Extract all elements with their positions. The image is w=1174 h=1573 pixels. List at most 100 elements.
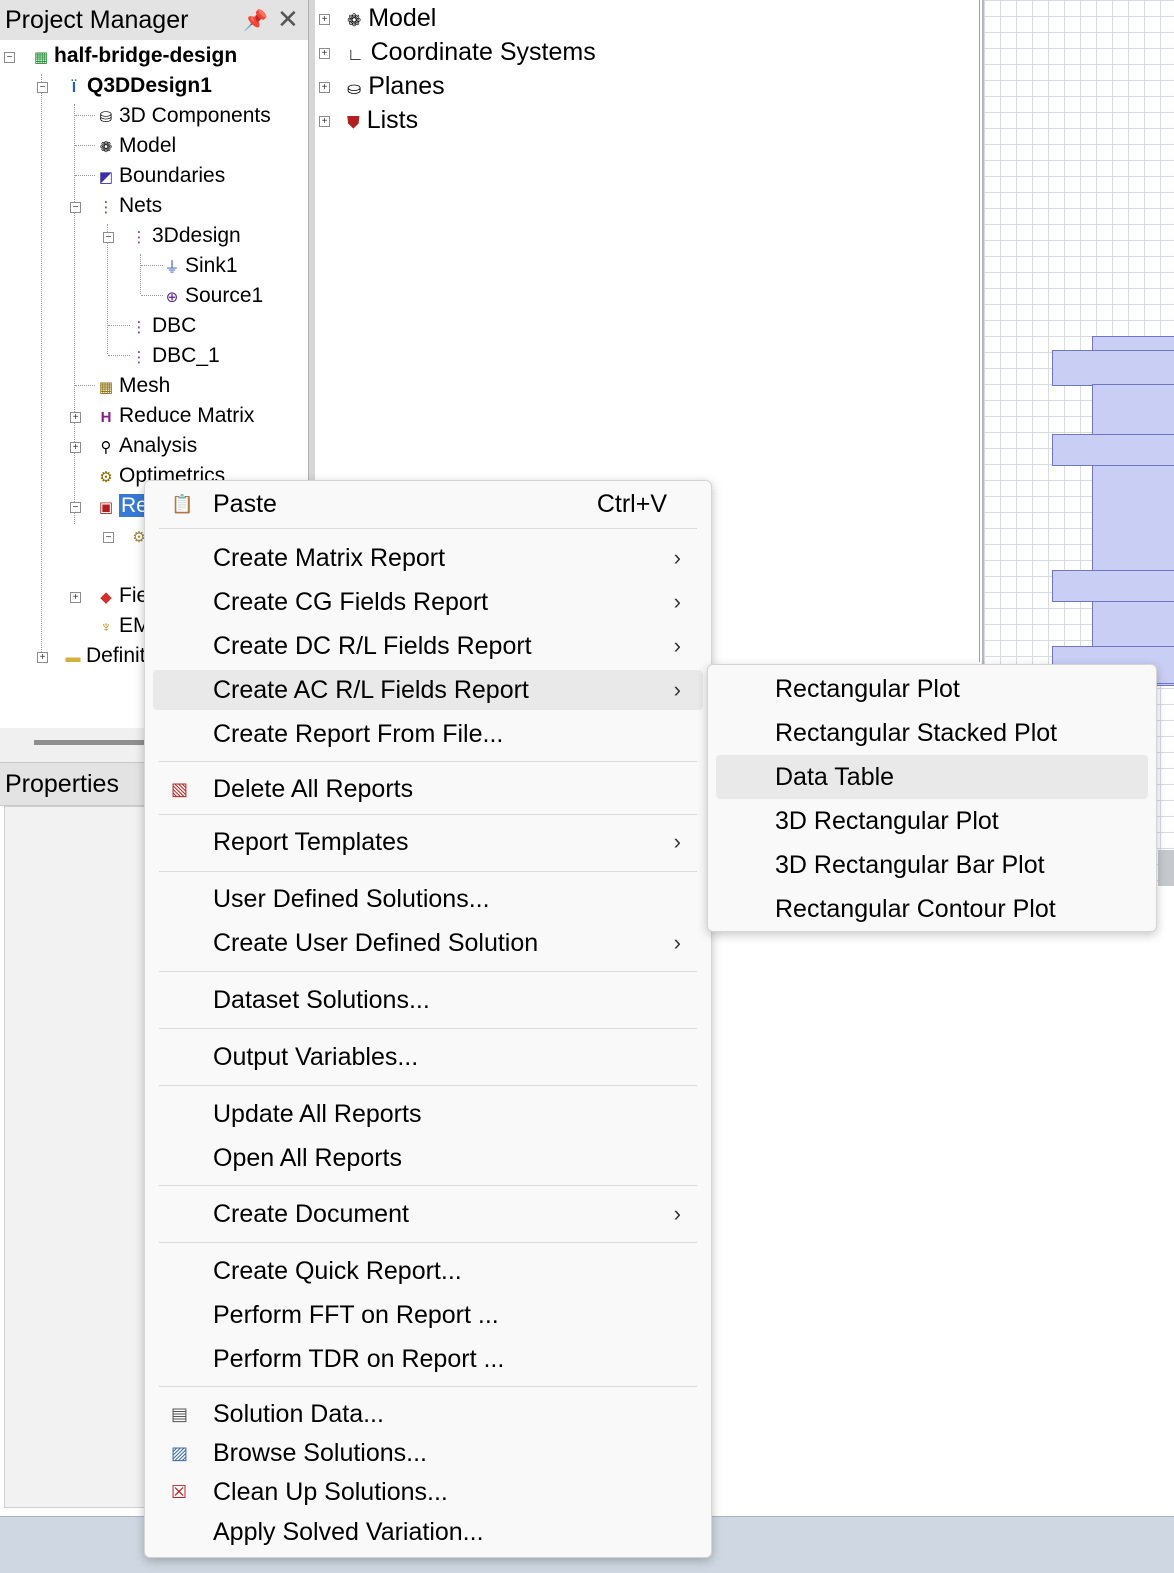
tree-item-sink1[interactable]: ⏚ Sink1 <box>163 251 237 281</box>
expander-design[interactable]: − <box>37 82 48 93</box>
menu-item-create-quick-report[interactable]: Create Quick Report... <box>153 1251 703 1291</box>
tree-item-dbc-1[interactable]: ⋮ DBC_1 <box>130 341 220 371</box>
submenu-item-rectangular-plot[interactable]: Rectangular Plot <box>716 667 1148 711</box>
browse-solutions-icon: ▨ <box>171 1443 189 1463</box>
fields-icon: ◆ <box>100 589 112 606</box>
tree-item-fields[interactable]: ◆ Fie <box>97 581 148 611</box>
tree-item-dbc[interactable]: ⋮ DBC <box>130 311 197 341</box>
menu-item-clean-up-solutions[interactable]: ☒ Clean Up Solutions... <box>153 1472 703 1512</box>
pin-icon[interactable]: 📌 <box>243 8 268 33</box>
source-icon: ⊕ <box>165 289 179 306</box>
tree-item-reduce-matrix[interactable]: H Reduce Matrix <box>97 401 255 431</box>
menu-item-create-document[interactable]: Create Document › <box>153 1194 703 1234</box>
model-body <box>1092 384 1174 686</box>
expander-coordinate-systems[interactable]: + <box>319 48 330 59</box>
scrollbar-thumb[interactable] <box>34 740 144 745</box>
expander-lists[interactable]: + <box>319 116 330 127</box>
model-icon: ❁ <box>99 139 113 156</box>
submenu-item-3d-rectangular-plot[interactable]: 3D Rectangular Plot <box>716 799 1148 843</box>
tree-item-3d-components[interactable]: ⛁ 3D Components <box>97 101 271 131</box>
close-icon[interactable]: ✕ <box>277 4 299 35</box>
nets-icon: ⋮ <box>98 199 114 216</box>
expander-model[interactable]: + <box>319 14 330 25</box>
project-icon: ▦ <box>33 49 49 66</box>
menu-item-perform-fft[interactable]: Perform FFT on Report ... <box>153 1295 703 1335</box>
expander-analysis[interactable]: + <box>70 442 81 453</box>
submenu-item-rectangular-stacked-plot[interactable]: Rectangular Stacked Plot <box>716 711 1148 755</box>
menu-item-delete-all-reports[interactable]: ▧ Delete All Reports <box>153 769 703 809</box>
menu-separator <box>159 871 697 872</box>
chevron-right-icon: › <box>673 829 681 854</box>
expander-fields[interactable]: + <box>70 592 81 603</box>
menu-separator <box>159 1185 697 1186</box>
menu-item-dataset-solutions[interactable]: Dataset Solutions... <box>153 980 703 1020</box>
chevron-right-icon: › <box>673 633 681 658</box>
menu-item-create-user-defined-solution[interactable]: Create User Defined Solution › <box>153 923 703 963</box>
menu-item-update-all-reports[interactable]: Update All Reports <box>153 1094 703 1134</box>
tree-item-analysis[interactable]: ⚲ Analysis <box>97 431 198 461</box>
tree-item-source1[interactable]: ⊕ Source1 <box>163 281 264 311</box>
model-tree-item-coordinate-systems[interactable]: ∟ Coordinate Systems <box>347 38 596 67</box>
menu-item-open-all-reports[interactable]: Open All Reports <box>153 1138 703 1178</box>
tree-item-nets[interactable]: ⋮ Nets <box>97 191 163 221</box>
ac-rl-fields-report-submenu: Rectangular Plot Rectangular Stacked Plo… <box>707 664 1157 932</box>
menu-item-output-variables[interactable]: Output Variables... <box>153 1037 703 1077</box>
expander-results[interactable]: − <box>70 502 81 513</box>
tree-item-results[interactable]: ▣ Re <box>97 491 150 521</box>
tree-item-em[interactable]: ♆ EM <box>97 611 150 641</box>
folder-icon: ▬ <box>65 649 81 666</box>
tree-item-model[interactable]: ❁ Model <box>97 131 177 161</box>
submenu-item-rectangular-contour-plot[interactable]: Rectangular Contour Plot <box>716 887 1148 931</box>
delete-reports-icon: ▧ <box>171 779 189 799</box>
menu-item-perform-tdr[interactable]: Perform TDR on Report ... <box>153 1339 703 1379</box>
expander-definitions[interactable]: + <box>37 652 48 663</box>
em-icon: ♆ <box>100 619 112 636</box>
menu-item-paste[interactable]: 📋 Paste Ctrl+V <box>153 484 703 524</box>
menu-item-create-ac-rl-fields-report[interactable]: Create AC R/L Fields Report › <box>153 670 703 710</box>
expander-3ddesign[interactable]: − <box>103 232 114 243</box>
menu-item-report-templates[interactable]: Report Templates › <box>153 822 703 862</box>
menu-item-solution-data[interactable]: ▤ Solution Data... <box>153 1394 703 1434</box>
model-icon: ❁ <box>347 11 362 30</box>
menu-separator <box>159 1028 697 1029</box>
tree-item-project[interactable]: ▦ half-bridge-design <box>32 41 237 71</box>
tree-item-mesh[interactable]: ▦ Mesh <box>97 371 170 401</box>
model-tree-item-lists[interactable]: ⛊ Lists <box>347 106 418 135</box>
context-menu: 📋 Paste Ctrl+V Create Matrix Report › Cr… <box>144 480 712 1558</box>
menu-separator <box>159 814 697 815</box>
expander-reduce-matrix[interactable]: + <box>70 412 81 423</box>
menu-item-apply-solved-variation[interactable]: Apply Solved Variation... <box>153 1512 703 1552</box>
tree-item-definitions[interactable]: ▬ Definit <box>64 641 146 671</box>
net-icon: ⋮ <box>131 319 147 336</box>
optimetrics-icon: ⚙ <box>99 469 113 486</box>
tree-item-design[interactable]: Ï Q3DDesign1 <box>65 71 212 101</box>
menu-separator <box>159 1085 697 1086</box>
solution-data-icon: ▤ <box>171 1404 189 1424</box>
menu-item-browse-solutions[interactable]: ▨ Browse Solutions... <box>153 1433 703 1473</box>
submenu-item-data-table[interactable]: Data Table <box>716 755 1148 799</box>
menu-item-user-defined-solutions[interactable]: User Defined Solutions... <box>153 879 703 919</box>
chevron-right-icon: › <box>673 1201 681 1226</box>
chevron-right-icon: › <box>673 589 681 614</box>
menu-item-create-report-from-file[interactable]: Create Report From File... <box>153 714 703 754</box>
model-tree-item-model[interactable]: ❁ Model <box>347 4 436 33</box>
planes-icon: ⛀ <box>347 79 362 98</box>
submenu-item-3d-rectangular-bar-plot[interactable]: 3D Rectangular Bar Plot <box>716 843 1148 887</box>
lists-icon: ⛊ <box>347 113 360 132</box>
results-icon: ▣ <box>98 499 114 516</box>
menu-item-create-dc-rl-fields-report[interactable]: Create DC R/L Fields Report › <box>153 626 703 666</box>
tree-item-net-3ddesign[interactable]: ⋮ 3Ddesign <box>130 221 241 251</box>
chevron-right-icon: › <box>673 677 681 702</box>
expander-planes[interactable]: + <box>319 82 330 93</box>
menu-item-create-cg-fields-report[interactable]: Create CG Fields Report › <box>153 582 703 622</box>
reduce-matrix-icon: H <box>100 409 112 426</box>
paste-icon: 📋 <box>171 494 194 514</box>
model-tree-item-planes[interactable]: ⛀ Planes <box>347 72 445 101</box>
expander-project[interactable]: − <box>4 52 15 63</box>
expander-results-child[interactable]: − <box>103 532 114 543</box>
tree-item-boundaries[interactable]: ◩ Boundaries <box>97 161 225 191</box>
expander-nets[interactable]: − <box>70 202 81 213</box>
boundaries-icon: ◩ <box>98 169 114 186</box>
menu-separator <box>159 1242 697 1243</box>
menu-item-create-matrix-report[interactable]: Create Matrix Report › <box>153 538 703 578</box>
